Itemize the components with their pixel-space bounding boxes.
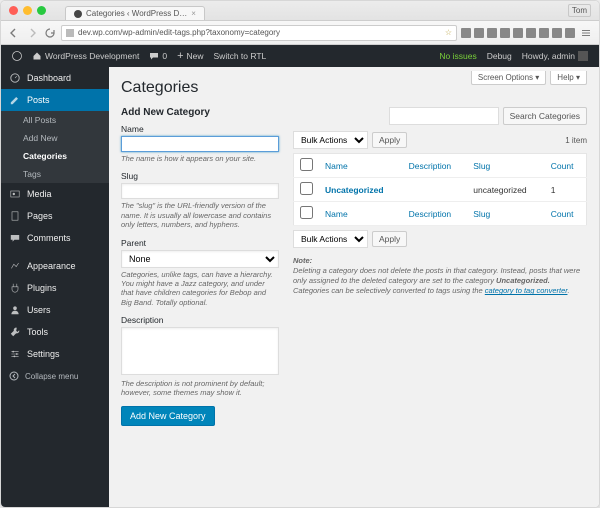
menu-plugins[interactable]: Plugins bbox=[1, 277, 109, 299]
reload-button[interactable] bbox=[43, 26, 57, 40]
menu-users[interactable]: Users bbox=[1, 299, 109, 321]
collapse-menu[interactable]: Collapse menu bbox=[1, 365, 109, 387]
bulk-actions-select-bottom[interactable]: Bulk Actions bbox=[293, 230, 368, 248]
browser-titlebar: Categories ‹ WordPress D… × Tom bbox=[1, 1, 599, 21]
slug-label: Slug bbox=[121, 171, 279, 181]
apply-button-bottom[interactable]: Apply bbox=[372, 231, 407, 247]
select-all-top[interactable] bbox=[300, 158, 313, 171]
debug-menu[interactable]: Debug bbox=[482, 51, 517, 61]
comments-menu[interactable]: 0 bbox=[144, 51, 172, 61]
menu-dashboard[interactable]: Dashboard bbox=[1, 67, 109, 89]
row-count: 1 bbox=[545, 178, 587, 202]
screen-options-toggle[interactable]: Screen Options ▾ bbox=[471, 71, 546, 85]
extension-icon[interactable] bbox=[565, 28, 575, 38]
url-text: dev.wp.com/wp-admin/edit-tags.php?taxono… bbox=[78, 28, 280, 37]
parent-desc: Categories, unlike tags, can have a hier… bbox=[121, 270, 279, 308]
menu-media[interactable]: Media bbox=[1, 183, 109, 205]
forward-button[interactable] bbox=[25, 26, 39, 40]
row-checkbox[interactable] bbox=[300, 182, 313, 195]
search-input[interactable] bbox=[389, 107, 499, 125]
extension-icon[interactable] bbox=[487, 28, 497, 38]
menu-pages[interactable]: Pages bbox=[1, 205, 109, 227]
converter-link[interactable]: category to tag converter bbox=[485, 286, 568, 295]
status-no-issues[interactable]: No issues bbox=[434, 51, 481, 61]
extension-icons bbox=[461, 28, 575, 38]
description-label: Description bbox=[121, 315, 279, 325]
parent-label: Parent bbox=[121, 238, 279, 248]
menu-comments[interactable]: Comments bbox=[1, 227, 109, 249]
extension-icon[interactable] bbox=[552, 28, 562, 38]
extension-icon[interactable] bbox=[526, 28, 536, 38]
menu-settings[interactable]: Settings bbox=[1, 343, 109, 365]
row-slug: uncategorized bbox=[467, 178, 545, 202]
extension-icon[interactable] bbox=[539, 28, 549, 38]
form-title: Add New Category bbox=[121, 107, 279, 118]
site-name-menu[interactable]: WordPress Development bbox=[27, 51, 144, 61]
categories-table: Name Description Slug Count Uncategorize… bbox=[293, 153, 587, 226]
tab-close-icon[interactable]: × bbox=[191, 9, 196, 18]
new-content-menu[interactable]: +New bbox=[172, 50, 208, 62]
add-category-form: Add New Category Name The name is how it… bbox=[121, 107, 279, 426]
parent-select[interactable]: None bbox=[121, 250, 279, 268]
note-block: Note: Deleting a category does not delet… bbox=[293, 256, 587, 297]
menu-posts[interactable]: Posts bbox=[1, 89, 109, 111]
row-name-link[interactable]: Uncategorized bbox=[325, 185, 384, 195]
name-label: Name bbox=[121, 124, 279, 134]
search-button[interactable]: Search Categories bbox=[503, 107, 587, 125]
user-account-menu[interactable]: Howdy, admin bbox=[517, 51, 593, 61]
tab-title: Categories ‹ WordPress D… bbox=[86, 9, 187, 18]
page-icon bbox=[66, 29, 74, 37]
description-textarea[interactable] bbox=[121, 327, 279, 375]
col-count[interactable]: Count bbox=[545, 154, 587, 178]
help-toggle[interactable]: Help ▾ bbox=[550, 71, 587, 85]
submenu-all-posts[interactable]: All Posts bbox=[1, 111, 109, 129]
content-area: Screen Options ▾ Help ▾ Categories Add N… bbox=[109, 67, 599, 507]
chrome-menu-button[interactable] bbox=[579, 26, 593, 40]
back-button[interactable] bbox=[7, 26, 21, 40]
extension-icon[interactable] bbox=[513, 28, 523, 38]
wp-logo-menu[interactable] bbox=[7, 51, 27, 61]
extension-icon[interactable] bbox=[474, 28, 484, 38]
description-desc: The description is not prominent by defa… bbox=[121, 379, 279, 398]
select-all-bottom[interactable] bbox=[300, 206, 313, 219]
extension-icon[interactable] bbox=[500, 28, 510, 38]
submenu-categories[interactable]: Categories bbox=[1, 147, 109, 165]
wp-admin-bar: WordPress Development 0 +New Switch to R… bbox=[1, 45, 599, 67]
extension-icon[interactable] bbox=[461, 28, 471, 38]
col-name[interactable]: Name bbox=[319, 154, 403, 178]
submenu-tags[interactable]: Tags bbox=[1, 165, 109, 183]
col-slug[interactable]: Slug bbox=[467, 154, 545, 178]
slug-input[interactable] bbox=[121, 183, 279, 199]
address-bar[interactable]: dev.wp.com/wp-admin/edit-tags.php?taxono… bbox=[61, 25, 457, 41]
categories-list-area: Search Categories Bulk Actions Apply 1 i… bbox=[293, 107, 587, 426]
browser-toolbar: dev.wp.com/wp-admin/edit-tags.php?taxono… bbox=[1, 21, 599, 45]
submenu-add-new[interactable]: Add New bbox=[1, 129, 109, 147]
menu-appearance[interactable]: Appearance bbox=[1, 255, 109, 277]
bulk-actions-select-top[interactable]: Bulk Actions bbox=[293, 131, 368, 149]
item-count-top: 1 item bbox=[565, 136, 587, 145]
row-description bbox=[403, 178, 468, 202]
admin-sidebar: Dashboard Posts All Posts Add New Catego… bbox=[1, 67, 109, 507]
window-minimize-button[interactable] bbox=[23, 6, 32, 15]
name-desc: The name is how it appears on your site. bbox=[121, 154, 279, 163]
slug-desc: The "slug" is the URL-friendly version o… bbox=[121, 201, 279, 229]
col-description[interactable]: Description bbox=[403, 154, 468, 178]
window-zoom-button[interactable] bbox=[37, 6, 46, 15]
apply-button-top[interactable]: Apply bbox=[372, 132, 407, 148]
window-close-button[interactable] bbox=[9, 6, 18, 15]
add-category-button[interactable]: Add New Category bbox=[121, 406, 215, 426]
favicon-icon bbox=[74, 10, 82, 18]
name-input[interactable] bbox=[121, 136, 279, 152]
browser-tab[interactable]: Categories ‹ WordPress D… × bbox=[65, 6, 205, 20]
chrome-profile-button[interactable]: Tom bbox=[568, 4, 591, 17]
submenu-posts: All Posts Add New Categories Tags bbox=[1, 111, 109, 183]
menu-tools[interactable]: Tools bbox=[1, 321, 109, 343]
bookmark-star-icon[interactable]: ☆ bbox=[445, 28, 452, 37]
table-row: Uncategorized uncategorized 1 bbox=[294, 178, 587, 202]
switch-rtl[interactable]: Switch to RTL bbox=[209, 51, 272, 61]
